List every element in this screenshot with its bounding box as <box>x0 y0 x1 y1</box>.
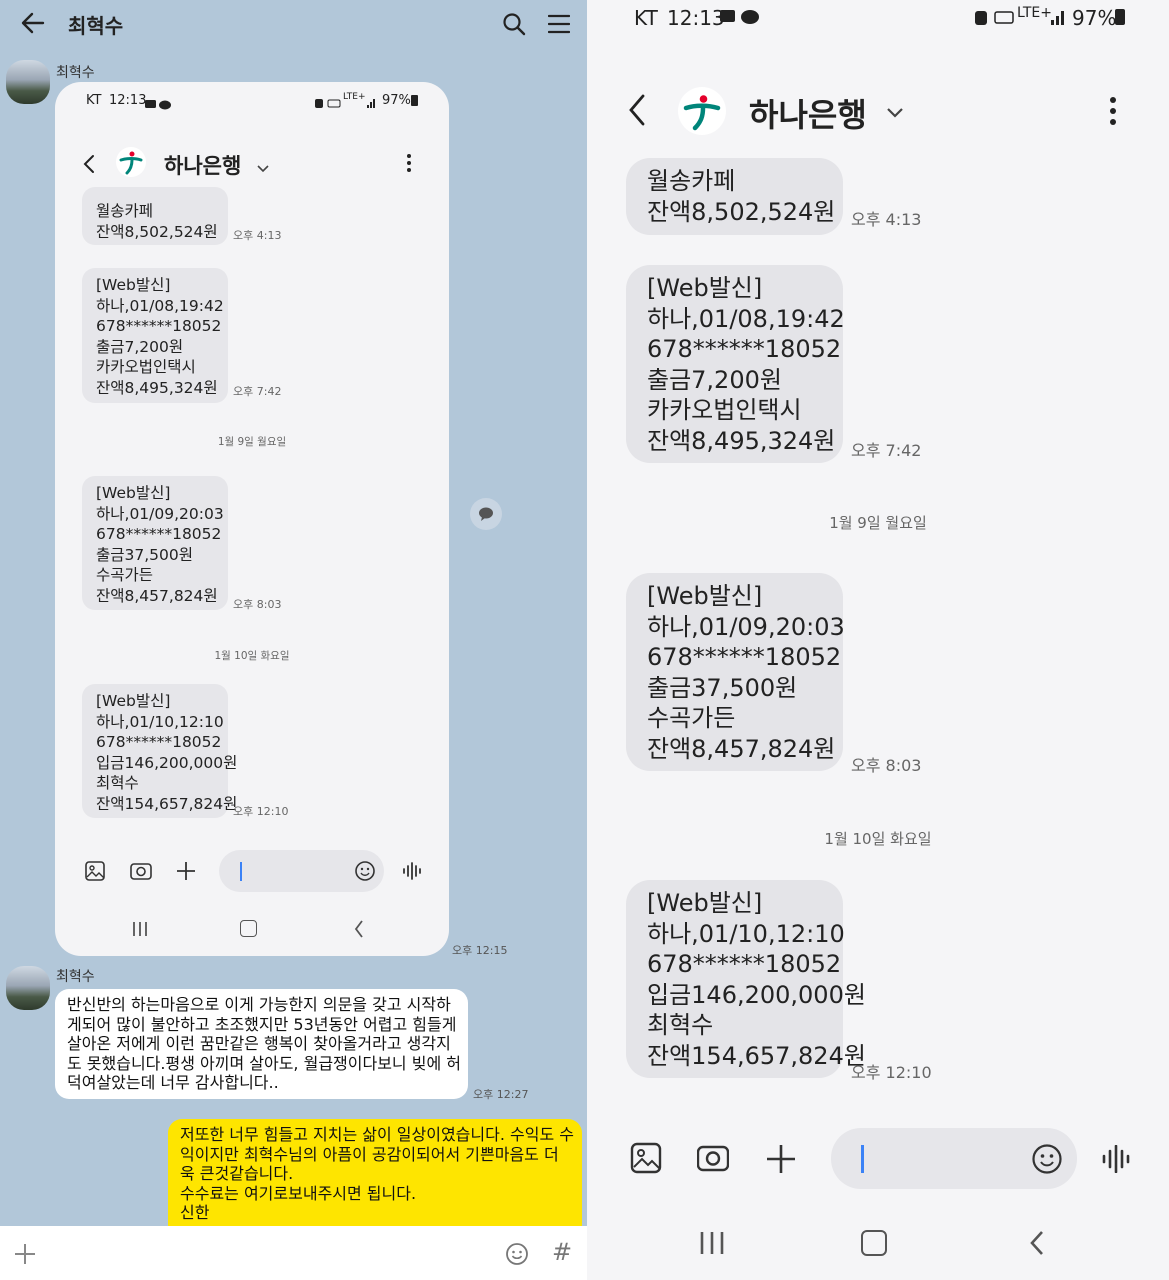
emoji-icon <box>1032 1144 1062 1174</box>
shared-screenshot-image[interactable]: KT 12:13 LTE+ 97% 하나은행 월송카페 잔액8,502,524원… <box>55 82 449 956</box>
sms-bubble: [Web발신] 하나,01/10,12:10 678******18052 입금… <box>82 684 237 818</box>
hana-bank-logo-icon <box>677 86 727 136</box>
message-time: 오후 12:27 <box>473 1088 529 1101</box>
hamburger-menu-icon <box>547 14 571 34</box>
sender-avatar[interactable] <box>6 60 50 104</box>
status-battery: 97% <box>382 93 411 108</box>
sms-time: 오후 4:13 <box>851 210 922 229</box>
date-divider: 1월 10일 화요일 <box>214 650 290 662</box>
messages-viewport: 월송카페 잔액8,502,524원 오후 4:13 [Web발신] 하나,01/… <box>587 158 1169 1093</box>
status-notification-icons <box>145 95 171 110</box>
status-time: 12:13 <box>109 93 147 108</box>
hana-bank-logo-icon <box>115 146 147 178</box>
battery-icon <box>411 95 418 106</box>
sms-back-icon <box>83 154 95 178</box>
sms-time: 오후 7:42 <box>851 441 922 460</box>
sms-time: 오후 8:03 <box>851 756 922 775</box>
received-message-bubble[interactable]: 반신반의 하는마음으로 이게 가능한지 의문을 갖고 시작하 게되어 많이 불안… <box>55 989 468 1099</box>
camera-icon <box>696 1143 730 1177</box>
sms-bubble: [Web발신] 하나,01/09,20:03 678******18052 출금… <box>626 573 845 771</box>
voice-icon <box>402 862 424 884</box>
sms-bubble: [Web발신] 하나,01/09,20:03 678******18052 출금… <box>82 476 228 610</box>
sms-bubble: [Web발신] 하나,01/10,12:10 678******18052 입금… <box>626 880 866 1078</box>
more-options-icon <box>1109 96 1117 130</box>
speech-bubble-icon <box>479 507 493 521</box>
recent-apps-icon <box>699 1231 725 1259</box>
message-time: 오후 12:15 <box>452 944 508 957</box>
voice-icon <box>1102 1144 1134 1177</box>
home-icon <box>861 1230 887 1256</box>
sms-bubble: 월송카페 잔액8,502,524원 <box>626 158 843 235</box>
sender-name: 최혁수 <box>56 969 95 985</box>
sms-text-input <box>219 850 384 892</box>
chevron-down-icon <box>257 158 269 177</box>
sender-name: 최혁수 <box>56 65 95 81</box>
sms-back-icon <box>628 94 646 130</box>
sms-text-input <box>831 1128 1077 1189</box>
menu-button[interactable] <box>547 14 571 34</box>
back-button[interactable] <box>20 10 46 36</box>
gallery-icon <box>84 860 106 886</box>
search-button[interactable] <box>502 12 526 36</box>
sent-message-bubble[interactable]: 저또한 너무 힘들고 지치는 삶이 일상이였습니다. 수익도 수 익이지만 최혁… <box>168 1119 582 1239</box>
status-carrier: KT <box>634 6 658 30</box>
battery-icon <box>1115 9 1125 25</box>
sms-time: 오후 12:10 <box>851 1063 932 1082</box>
date-divider: 1월 10일 화요일 <box>824 830 932 848</box>
sms-time: 오후 12:10 <box>233 805 289 818</box>
status-carrier: KT <box>86 93 102 108</box>
nav-back-icon <box>354 920 364 942</box>
message-notification-icon <box>720 9 760 29</box>
sender-avatar[interactable] <box>6 966 50 1010</box>
status-time: 12:13 <box>667 6 725 30</box>
back-arrow-icon <box>21 12 45 34</box>
sms-time: 오후 8:03 <box>233 598 282 611</box>
nav-back-icon <box>1029 1230 1045 1260</box>
share-button[interactable] <box>470 498 502 530</box>
gallery-icon <box>630 1142 662 1178</box>
emoji-icon <box>355 861 375 881</box>
sms-bubble: [Web발신] 하나,01/08,19:42 678******18052 출금… <box>626 265 845 463</box>
chat-input-bar[interactable]: # <box>0 1226 587 1280</box>
sms-time: 오후 7:42 <box>233 385 282 398</box>
sms-bubble: [Web발신] 하나,01/08,19:42 678******18052 출금… <box>82 268 228 403</box>
status-network: LTE+ <box>343 92 366 102</box>
kakaotalk-chat-screen: 최혁수 최혁수 KT 12:13 LTE+ 97% 하나은행 월송카페 잔액8,… <box>0 0 587 1280</box>
plus-icon[interactable] <box>14 1243 36 1265</box>
emoticon-icon[interactable] <box>505 1242 529 1266</box>
recent-apps-icon <box>131 921 149 941</box>
more-options-icon <box>407 153 411 177</box>
home-icon <box>240 920 257 937</box>
camera-icon <box>130 861 152 885</box>
status-battery: 97% <box>1072 6 1117 30</box>
bank-name: 하나은행 <box>164 154 242 178</box>
sms-bubble: 월송카페 잔액8,502,524원 <box>82 187 228 245</box>
status-network: LTE+ <box>1017 5 1052 21</box>
search-icon <box>503 13 526 36</box>
date-divider: 1월 9일 월요일 <box>217 436 287 448</box>
chevron-down-icon <box>886 104 904 123</box>
message-notification-icon <box>145 100 171 110</box>
bank-name: 하나은행 <box>749 96 867 134</box>
plus-icon <box>176 861 196 885</box>
chat-title: 최혁수 <box>68 14 124 38</box>
date-divider: 1월 9일 월요일 <box>829 514 927 532</box>
sms-screenshot: KT 12:13 LTE+ 97% 하나은행 월송카페 잔액8,502,524원… <box>587 0 1169 1280</box>
messages-viewport: 월송카페 잔액8,502,524원 오후 4:13 [Web발신] 하나,01/… <box>55 187 449 827</box>
plus-icon <box>766 1144 796 1178</box>
hashtag-button[interactable]: # <box>552 1238 572 1266</box>
sms-time: 오후 4:13 <box>233 229 282 242</box>
